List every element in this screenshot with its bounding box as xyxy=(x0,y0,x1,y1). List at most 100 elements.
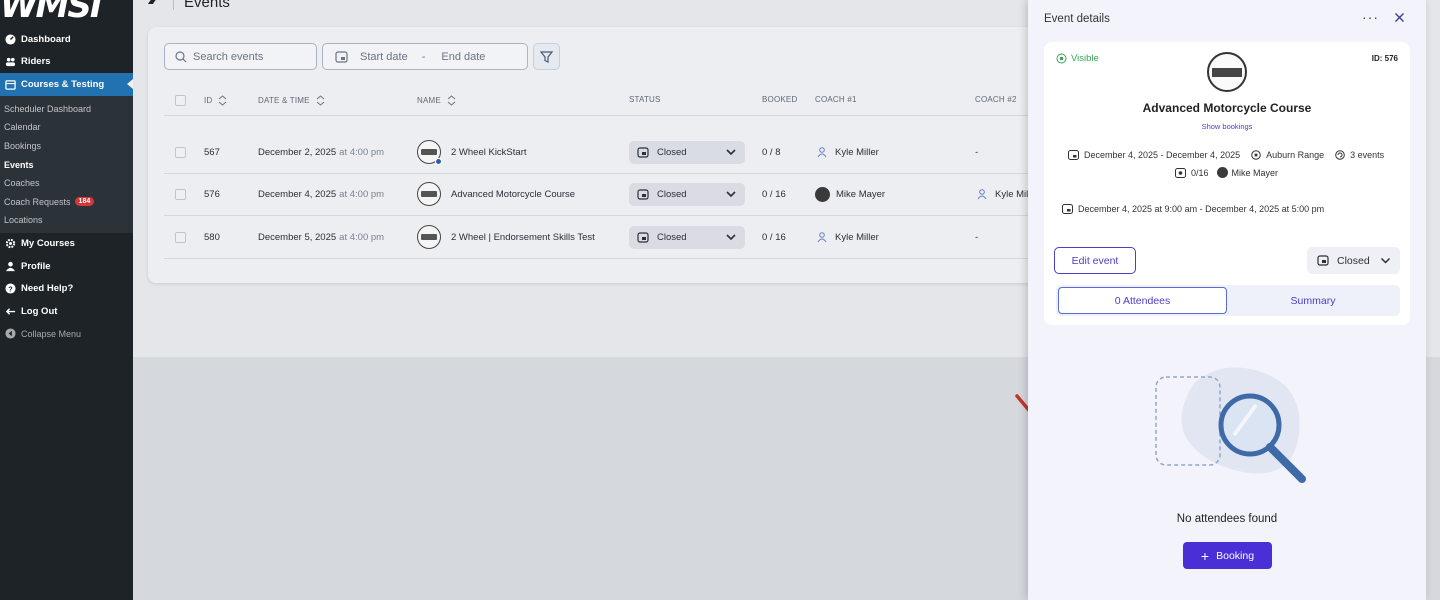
column-header-id[interactable]: ID xyxy=(204,95,227,106)
calendar-icon xyxy=(4,78,16,90)
row-divider xyxy=(164,258,1030,259)
user-icon xyxy=(815,230,829,244)
sidebar-item-label: Dashboard xyxy=(21,33,71,45)
calendar-icon xyxy=(1068,149,1079,160)
cell-name[interactable]: Advanced Motorcycle Course xyxy=(417,182,575,206)
header-divider xyxy=(173,0,174,10)
event-coach: Mike Mayer xyxy=(1231,167,1279,178)
column-header-name[interactable]: NAME xyxy=(417,95,456,106)
chevron-down-icon xyxy=(1380,255,1391,266)
row-divider xyxy=(164,215,1030,216)
sidebar-item-label: Collapse Menu xyxy=(21,328,82,339)
collapse-menu-button[interactable]: Collapse Menu xyxy=(0,323,133,346)
add-booking-button[interactable]: + Booking xyxy=(1183,542,1272,569)
event-meta-row-2: 0/16 Mike Mayer xyxy=(1175,167,1278,178)
cell-date-time: December 2, 2025 at 4:00 pm xyxy=(258,147,385,158)
sidebar-item-scheduler-dashboard[interactable]: Scheduler Dashboard xyxy=(0,100,133,119)
user-icon xyxy=(4,260,16,272)
avatar xyxy=(1216,167,1228,178)
event-datetime-row: December 4, 2025 at 9:00 am - December 4… xyxy=(1062,203,1324,214)
start-date-field[interactable]: Start date xyxy=(360,51,408,63)
sidebar-item-logout[interactable]: Log Out xyxy=(0,300,133,323)
sidebar-item-coach-requests[interactable]: Coach Requests 184 xyxy=(0,192,133,211)
show-bookings-link[interactable]: Show bookings xyxy=(1044,122,1410,131)
sidebar-nav: Dashboard Riders Courses & Testing Sched… xyxy=(0,28,133,345)
sidebar-item-label: Log Out xyxy=(21,305,58,317)
status-select[interactable]: Closed xyxy=(629,226,745,249)
sidebar-submenu: Scheduler Dashboard Calendar Bookings Ev… xyxy=(0,95,133,233)
sidebar-item-locations[interactable]: Locations xyxy=(0,211,133,230)
user-icon xyxy=(975,187,989,201)
chevron-down-icon xyxy=(725,146,737,161)
cell-id: 576 xyxy=(204,189,220,200)
cell-booked: 0 / 16 xyxy=(762,232,786,243)
column-header-date-time[interactable]: DATE & TIME xyxy=(258,95,325,106)
chevron-down-icon xyxy=(725,231,737,246)
cell-coach1: Kyle Miller xyxy=(815,230,879,244)
sidebar-item-events[interactable]: Events xyxy=(0,155,133,174)
help-icon: ? xyxy=(4,283,16,295)
cell-name[interactable]: 2 Wheel KickStart xyxy=(417,140,527,165)
edit-event-button[interactable]: Edit event xyxy=(1054,247,1136,274)
end-date-field[interactable]: End date xyxy=(441,51,485,63)
row-checkbox[interactable] xyxy=(175,232,186,243)
location-icon xyxy=(1250,149,1261,160)
cell-coach1: Kyle Miller xyxy=(815,145,879,159)
row-checkbox[interactable] xyxy=(175,189,186,200)
event-summary-card: Visible ID: 576 Advanced Motorcycle Cour… xyxy=(1044,42,1410,325)
sidebar-item-my-courses[interactable]: My Courses xyxy=(0,233,133,256)
sidebar-item-courses-testing[interactable]: Courses & Testing xyxy=(0,73,133,96)
lock-icon xyxy=(637,147,649,158)
calendar-icon xyxy=(335,50,348,63)
cell-id: 567 xyxy=(204,147,220,158)
brand-logo[interactable]: WMSI xyxy=(0,0,133,26)
sidebar-item-riders[interactable]: Riders xyxy=(0,51,133,74)
panel-tabs: 0 Attendees Summary xyxy=(1056,285,1400,316)
sidebar-item-dashboard[interactable]: Dashboard xyxy=(0,28,133,51)
event-meta-row: December 4, 2025 - December 4, 2025 Aubu… xyxy=(1068,149,1384,160)
sidebar-item-help[interactable]: ? Need Help? xyxy=(0,278,133,301)
app-mark-icon xyxy=(147,0,165,11)
filter-button[interactable] xyxy=(533,43,560,70)
empty-state-message: No attendees found xyxy=(1176,513,1278,525)
event-date-range: December 4, 2025 - December 4, 2025 xyxy=(1084,149,1241,160)
close-button[interactable] xyxy=(1394,10,1405,28)
sort-icon xyxy=(316,95,325,106)
sidebar-item-bookings[interactable]: Bookings xyxy=(0,137,133,156)
sidebar-item-calendar[interactable]: Calendar xyxy=(0,118,133,137)
status-select[interactable]: Closed xyxy=(629,141,745,164)
cell-coach1: Mike Mayer xyxy=(815,187,885,202)
tab-attendees[interactable]: 0 Attendees xyxy=(1058,287,1227,314)
sidebar-item-label: Riders xyxy=(21,56,51,68)
cell-date-time: December 5, 2025 at 4:00 pm xyxy=(258,232,385,243)
sort-icon xyxy=(447,95,456,106)
date-separator: - xyxy=(421,50,426,63)
lock-icon xyxy=(1317,255,1329,266)
more-options-button[interactable]: ··· xyxy=(1362,9,1379,25)
course-logo-icon xyxy=(417,182,441,206)
count-badge: 184 xyxy=(74,197,95,207)
close-icon xyxy=(1394,12,1405,23)
search-input[interactable]: Search events xyxy=(164,43,317,70)
event-id: ID: 576 xyxy=(1371,54,1398,63)
sidebar-item-label: My Courses xyxy=(21,238,75,250)
column-header-coach1: COACH #1 xyxy=(815,95,857,104)
tab-summary[interactable]: Summary xyxy=(1228,287,1398,314)
row-checkbox[interactable] xyxy=(175,147,186,158)
sidebar-item-coaches[interactable]: Coaches xyxy=(0,174,133,193)
cell-date-time: December 4, 2025 at 4:00 pm xyxy=(258,189,385,200)
cell-name[interactable]: 2 Wheel | Endorsement Skills Test xyxy=(417,225,595,249)
event-capacity: 0/16 xyxy=(1191,167,1209,178)
sidebar: WMSI Dashboard Riders Courses & Testing … xyxy=(0,0,133,600)
cell-id: 580 xyxy=(204,232,220,243)
date-range-picker[interactable]: Start date - End date xyxy=(322,43,528,70)
event-status-select[interactable]: Closed xyxy=(1307,247,1400,274)
select-all-checkbox[interactable] xyxy=(175,95,186,106)
cell-coach2: Kyle Mil xyxy=(975,187,1028,201)
status-select[interactable]: Closed xyxy=(629,183,745,206)
empty-search-illustration xyxy=(1155,367,1306,483)
cell-coach2: - xyxy=(975,232,979,243)
repeat-icon xyxy=(1334,149,1345,160)
calendar-icon xyxy=(1062,203,1073,214)
sidebar-item-profile[interactable]: Profile xyxy=(0,255,133,278)
